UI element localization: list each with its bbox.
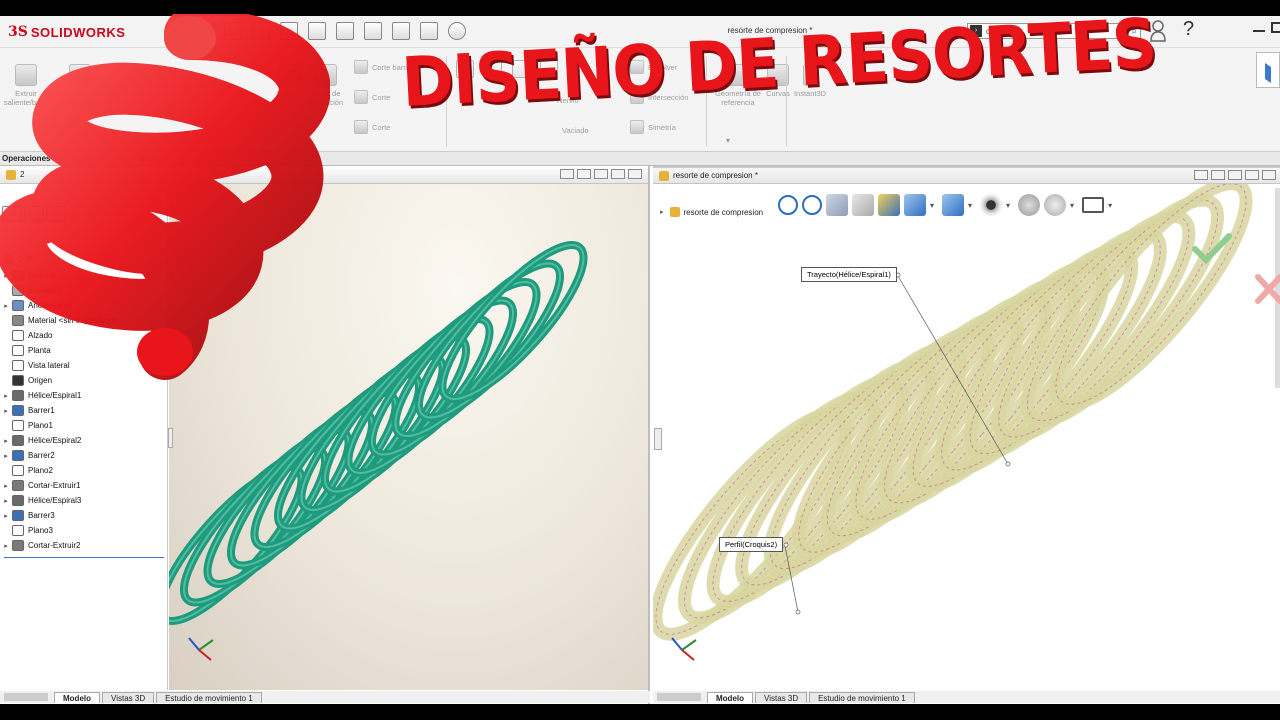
tab-estudio-movimiento[interactable]: Estudio de movimiento 1	[156, 692, 262, 703]
helix-icon	[12, 495, 24, 506]
left-bottom-tabs: Modelo Vistas 3D Estudio de movimiento 1	[0, 691, 650, 703]
expand-arrow-icon[interactable]: ▸	[0, 482, 12, 490]
tree-item-label: Cortar-Extruir2	[28, 541, 81, 550]
tree-item[interactable]: ▸ Cortar-Extruir1	[0, 478, 168, 493]
tab-modelo[interactable]: Modelo	[54, 692, 100, 703]
tree-item[interactable]: Plano2	[0, 463, 168, 478]
right-window-header: resorte de compresion *	[653, 166, 1280, 184]
helix-icon	[12, 435, 24, 446]
tab-scroll-arrows[interactable]	[657, 693, 701, 701]
minimize-icon[interactable]	[1253, 30, 1265, 32]
left-window-controls	[557, 168, 642, 181]
helix-icon	[12, 390, 24, 401]
tree-item[interactable]: Plano1	[0, 418, 168, 433]
tree-item[interactable]: ▸ Barrer1	[0, 403, 168, 418]
tree-item-label: Plano1	[28, 421, 53, 430]
select-icon[interactable]	[364, 22, 382, 40]
tree-item[interactable]: ▸ Cortar-Extruir2	[0, 538, 168, 553]
sweep-icon	[12, 405, 24, 416]
lofted-cut-label: Corte	[372, 92, 391, 102]
path-callout[interactable]: Trayecto(Hélice/Espiral1)	[801, 267, 897, 282]
part-icon	[659, 170, 669, 181]
reference-geometry-dropdown[interactable]: ▾	[726, 136, 730, 145]
mirror-icon	[630, 120, 644, 134]
mirror-button[interactable]: Simetría	[630, 120, 688, 134]
boundary-cut-label: Corte	[372, 122, 391, 132]
shell-label: Vaciado	[562, 126, 589, 135]
tree-item-label: Plano3	[28, 526, 53, 535]
expand-arrow-icon[interactable]: ▸	[0, 542, 12, 550]
minimize-window-icon[interactable]	[1228, 169, 1242, 180]
tree-item-label: Barrer2	[28, 451, 55, 460]
expand-arrow-icon[interactable]: ▸	[0, 392, 12, 400]
red-spring-graphic	[0, 14, 330, 380]
tree-item-label: Hélice/Espiral2	[28, 436, 82, 445]
tile-icon[interactable]	[1194, 169, 1208, 180]
sweep-icon	[12, 510, 24, 521]
lofted-cut-icon	[354, 90, 368, 104]
plane-icon	[12, 465, 24, 476]
rollback-bar[interactable]	[4, 557, 164, 558]
tab-modelo[interactable]: Modelo	[707, 692, 753, 703]
triad-axes-icon	[671, 637, 697, 661]
swept-cut-icon	[354, 60, 368, 74]
shell-text: Vaciado	[562, 126, 589, 135]
tab-estudio-movimiento[interactable]: Estudio de movimiento 1	[809, 692, 915, 703]
bottom-letterbox	[0, 704, 1280, 720]
expand-arrow-icon[interactable]: ▸	[0, 452, 12, 460]
tree-item[interactable]: Plano3	[0, 523, 168, 538]
plane-icon	[12, 420, 24, 431]
tree-item-label: Hélice/Espiral3	[28, 496, 82, 505]
sweep-icon	[12, 450, 24, 461]
close-window-icon[interactable]	[628, 168, 642, 179]
cut-icon	[12, 480, 24, 491]
expand-arrow-icon[interactable]: ▸	[0, 407, 12, 415]
mirror-label: Simetría	[648, 122, 676, 132]
close-window-icon[interactable]	[1262, 169, 1276, 180]
tree-item[interactable]: ▸ Barrer3	[0, 508, 168, 523]
right-bottom-tabs: Modelo Vistas 3D Estudio de movimiento 1	[653, 691, 1280, 703]
profile-callout[interactable]: Perfil(Croquis2)	[719, 537, 784, 552]
expand-arrow-icon[interactable]: ▸	[0, 497, 12, 505]
tree-item-label: Cortar-Extruir1	[28, 481, 81, 490]
right-window-controls	[1191, 169, 1276, 182]
undo-icon[interactable]	[336, 22, 354, 40]
rebuild-icon[interactable]	[392, 22, 410, 40]
maximize-window-icon[interactable]	[611, 168, 625, 179]
tile-icon-2[interactable]	[577, 168, 591, 179]
tree-item-label: Plano2	[28, 466, 53, 475]
pane-splitter-handle[interactable]	[168, 428, 173, 448]
tab-scroll-arrows[interactable]	[4, 693, 48, 701]
right-window-title: resorte de compresion *	[673, 171, 758, 180]
help-icon[interactable]: ?	[1183, 18, 1194, 41]
maximize-window-icon[interactable]	[1245, 169, 1259, 180]
triad-axes-icon	[188, 637, 214, 661]
file-properties-icon[interactable]	[420, 22, 438, 40]
boundary-cut-icon	[354, 120, 368, 134]
gear-icon[interactable]	[448, 22, 466, 40]
tree-item[interactable]: ▸ Hélice/Espiral1	[0, 388, 168, 403]
tab-vistas-3d[interactable]: Vistas 3D	[755, 692, 808, 703]
expand-arrow-icon[interactable]: ▸	[0, 437, 12, 445]
tree-item[interactable]: ▸ Hélice/Espiral3	[0, 493, 168, 508]
tree-item-label: Hélice/Espiral1	[28, 391, 82, 400]
tab-vistas-3d[interactable]: Vistas 3D	[102, 692, 155, 703]
task-pane-toggle[interactable]	[1256, 52, 1280, 88]
tree-item[interactable]: ▸ Hélice/Espiral2	[0, 433, 168, 448]
tree-item[interactable]: ▸ Barrer2	[0, 448, 168, 463]
expand-arrow-icon[interactable]: ▸	[0, 512, 12, 520]
plane-icon	[12, 525, 24, 536]
minimize-window-icon[interactable]	[594, 168, 608, 179]
restore-icon[interactable]	[1271, 22, 1280, 33]
tree-item-label: Barrer1	[28, 406, 55, 415]
cut-icon	[12, 540, 24, 551]
tile-icon[interactable]	[560, 168, 574, 179]
callout-leaders	[783, 272, 1011, 615]
tree-item-label: Barrer3	[28, 511, 55, 520]
tile-icon-2[interactable]	[1211, 169, 1225, 180]
